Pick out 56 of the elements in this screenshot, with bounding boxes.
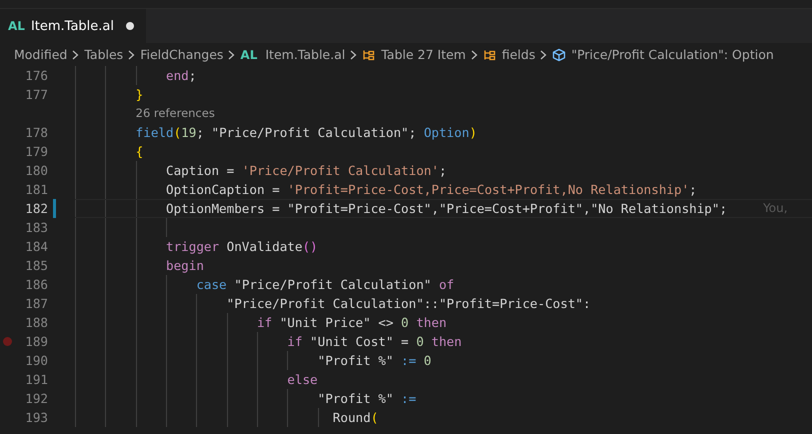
chevron-right-icon	[540, 50, 548, 60]
chevron-right-icon	[128, 50, 136, 60]
line-number: 177	[25, 86, 48, 104]
code-line: if "Unit Cost" = 0 then	[286, 333, 462, 351]
line-number: 187	[25, 295, 48, 313]
code-line: end;	[164, 67, 196, 85]
chevron-right-icon	[228, 50, 236, 60]
references-codelens[interactable]: 26 references	[136, 104, 215, 123]
chevron-right-icon	[470, 50, 478, 60]
code-line: begin	[164, 257, 204, 275]
unsaved-dot-icon	[126, 22, 134, 30]
breadcrumb-item[interactable]: Modified	[14, 47, 68, 62]
code-line: field(19; "Price/Profit Calculation"; Option)	[134, 124, 477, 142]
code-line: "Profit %" :=	[316, 390, 416, 408]
breadcrumb-item[interactable]: FieldChanges	[140, 47, 224, 62]
line-number: 186	[25, 276, 48, 294]
line-number: 192	[25, 390, 48, 408]
chevron-right-icon	[72, 50, 80, 60]
line-number: 183	[25, 219, 48, 237]
code-line: {	[134, 143, 144, 161]
line-number: 191	[25, 371, 48, 389]
cube-icon	[552, 48, 566, 62]
breadcrumb-item[interactable]: "Price/Profit Calculation": Option	[552, 47, 774, 62]
code-line: else	[286, 371, 318, 389]
code-line: if "Unit Price" <> 0 then	[256, 314, 447, 332]
code-line: Round(	[332, 409, 378, 427]
line-number: 182	[25, 200, 48, 218]
line-number: 189	[25, 333, 48, 351]
line-number: 188	[25, 314, 48, 332]
line-number: 193	[25, 409, 48, 427]
code-line: OptionCaption = 'Profit=Price-Cost,Price=Cost+Profit,No Relationship';	[164, 181, 697, 199]
line-number: 180	[25, 162, 48, 180]
line-number: 176	[25, 67, 48, 85]
editor-tab[interactable]: AL Item.Table.al	[0, 9, 146, 43]
line-number: 181	[25, 181, 48, 199]
line-number: 178	[25, 124, 48, 142]
code-line: Caption = 'Price/Profit Calculation';	[164, 162, 447, 180]
code-line: }	[134, 86, 144, 104]
code-line: "Profit %" := 0	[316, 352, 432, 370]
code-line: trigger OnValidate()	[164, 238, 318, 256]
breakpoint-icon[interactable]	[3, 337, 12, 346]
bracket-icon	[482, 48, 497, 60]
breadcrumb-item[interactable]: Table 27 Item	[362, 47, 466, 62]
inline-blame-text: You,	[763, 200, 788, 217]
breadcrumb-item[interactable]: AL Item.Table.al	[240, 47, 346, 62]
line-number: 185	[25, 257, 48, 275]
breadcrumb-item[interactable]: fields	[482, 47, 536, 62]
code-line: case "Price/Profit Calculation" of	[195, 276, 454, 294]
breadcrumb-item[interactable]: Tables	[84, 47, 124, 62]
code-line: OptionMembers = "Profit=Price-Cost","Price=Cost+Profit","No Relationship";	[164, 200, 728, 218]
bracket-icon	[362, 48, 376, 60]
chevron-right-icon	[350, 50, 358, 60]
line-number: 179	[25, 143, 48, 161]
code-line: "Price/Profit Calculation"::"Profit=Price-Cost":	[226, 295, 591, 313]
line-number: 190	[25, 352, 48, 370]
line-number: 184	[25, 238, 48, 256]
